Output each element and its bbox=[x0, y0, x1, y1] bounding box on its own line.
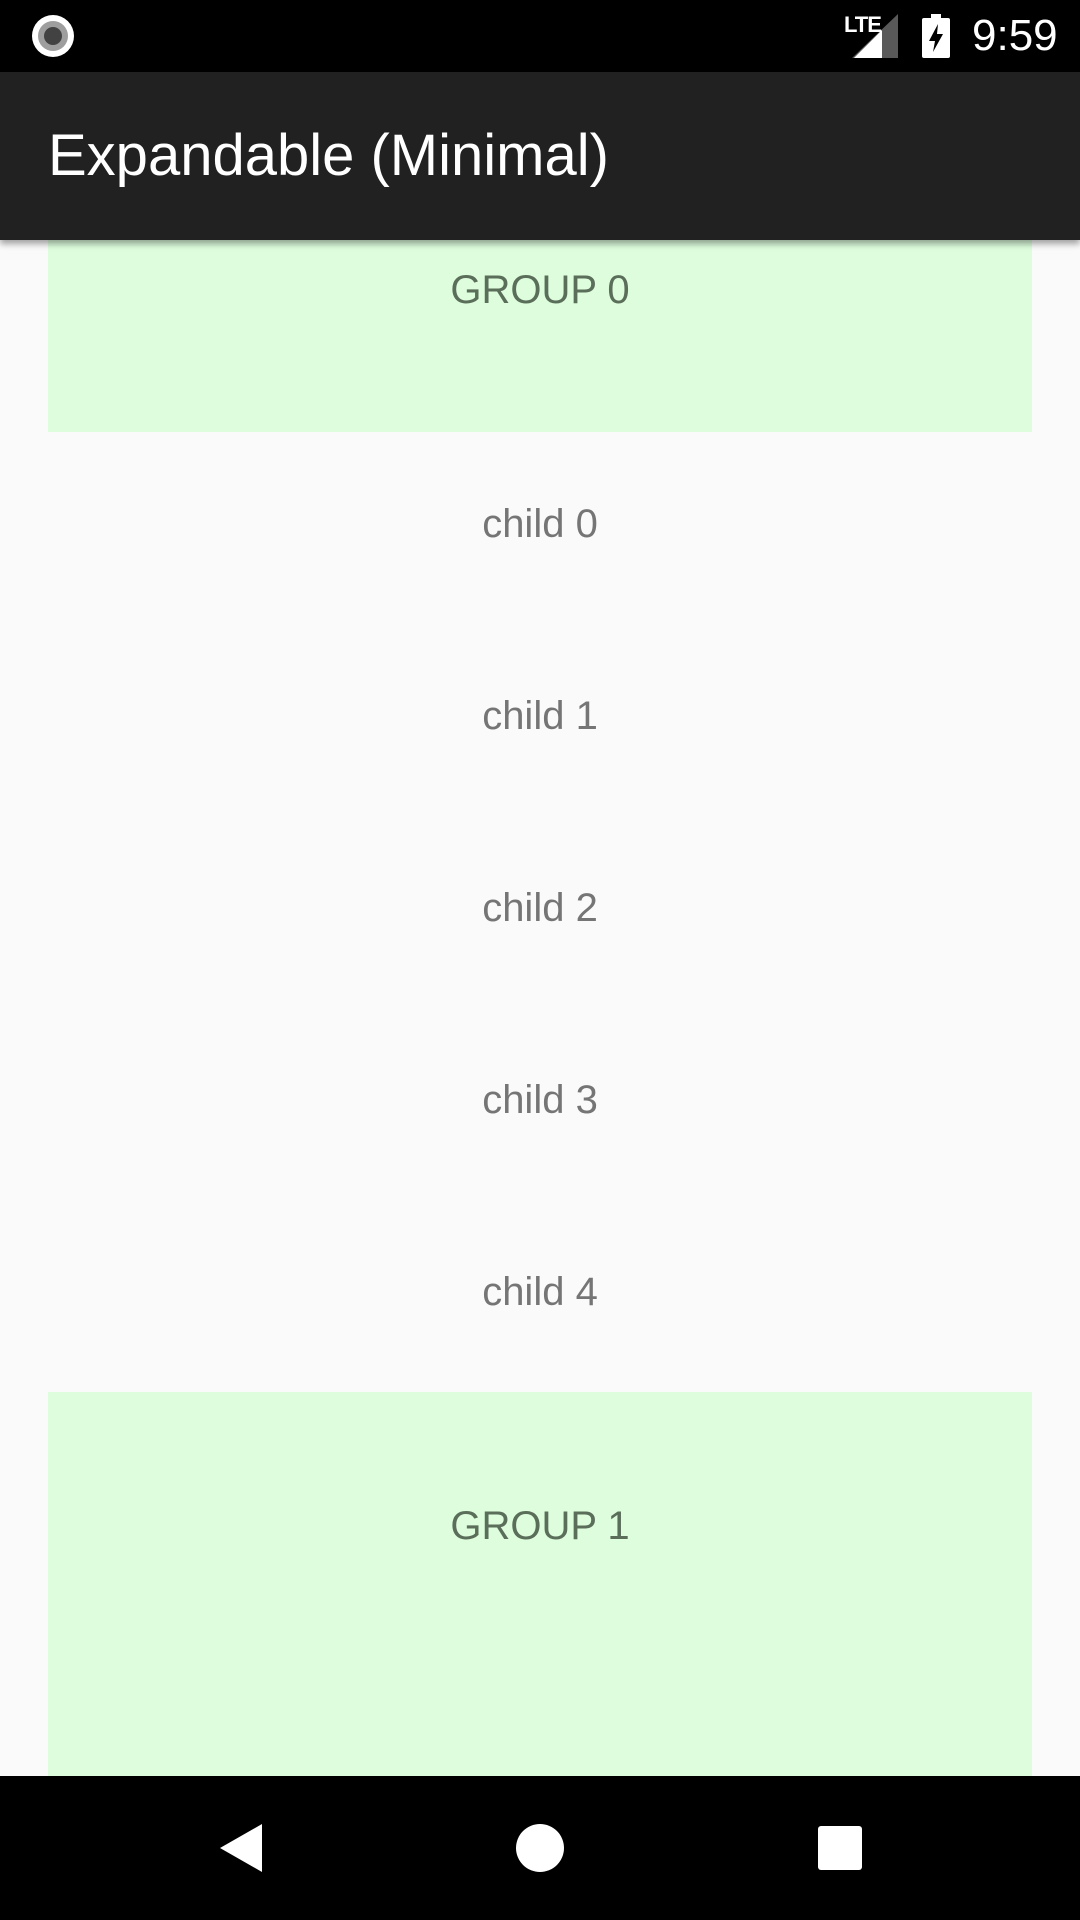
child-label: child 1 bbox=[482, 694, 598, 738]
home-icon[interactable] bbox=[490, 1798, 590, 1898]
group-label: GROUP 0 bbox=[450, 268, 630, 312]
child-label: child 0 bbox=[482, 502, 598, 546]
child-label: child 4 bbox=[482, 1270, 598, 1314]
list-item[interactable]: child 2 bbox=[0, 816, 1080, 1008]
clock: 9:59 bbox=[972, 11, 1058, 60]
list-item[interactable]: child 0 bbox=[0, 432, 1080, 624]
group-header-1[interactable]: GROUP 1 bbox=[48, 1392, 1032, 1776]
signal-icon bbox=[852, 14, 898, 58]
battery-charging-icon bbox=[922, 14, 950, 58]
page-title: Expandable (Minimal) bbox=[48, 123, 609, 188]
group-label: GROUP 1 bbox=[450, 1504, 630, 1548]
navigation-bar bbox=[0, 1776, 1080, 1920]
list-item[interactable]: child 3 bbox=[0, 1008, 1080, 1200]
app-bar: Expandable (Minimal) bbox=[0, 72, 1080, 240]
recents-icon[interactable] bbox=[790, 1798, 890, 1898]
child-label: child 2 bbox=[482, 886, 598, 930]
list-item[interactable]: child 4 bbox=[0, 1200, 1080, 1392]
expandable-list[interactable]: GROUP 0 child 0 child 1 child 2 child 3 … bbox=[0, 240, 1080, 1776]
group-header-0[interactable]: GROUP 0 bbox=[48, 240, 1032, 432]
status-bar: LTE 9:59 bbox=[0, 0, 1080, 72]
child-label: child 3 bbox=[482, 1078, 598, 1122]
record-icon bbox=[32, 15, 74, 57]
list-item[interactable]: child 1 bbox=[0, 624, 1080, 816]
back-icon[interactable] bbox=[190, 1798, 290, 1898]
